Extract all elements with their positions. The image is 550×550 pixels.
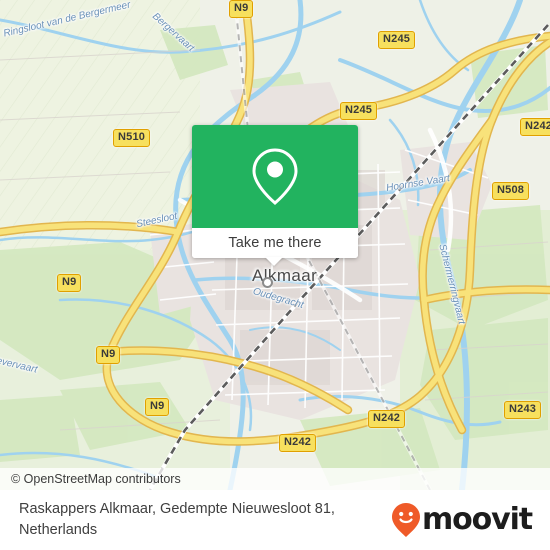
road-shield: N9 [57, 274, 82, 292]
attribution-text: © OpenStreetMap contributors [11, 472, 181, 486]
road-shield: N9 [229, 0, 254, 18]
road-shield: N245 [378, 31, 416, 49]
map-attribution: © OpenStreetMap contributors [0, 468, 550, 490]
road-shield: N242 [368, 410, 406, 428]
callout-action-bar[interactable]: Take me there [192, 228, 358, 258]
road-shield: N243 [504, 401, 542, 419]
moovit-smiley-pin-icon [391, 503, 420, 537]
road-shield: N242 [520, 118, 550, 136]
city-center-dot [262, 277, 273, 288]
moovit-wordmark: moovit [421, 502, 533, 537]
location-pin-icon [252, 148, 298, 205]
take-me-there-label: Take me there [228, 235, 322, 251]
address-text: Raskappers Alkmaar, Gedempte Nieuwesloot… [19, 501, 335, 538]
road-shield: N245 [340, 102, 378, 120]
road-shield: N242 [279, 434, 317, 452]
take-me-there-callout[interactable]: Take me there [192, 125, 358, 258]
road-shield: N9 [145, 398, 170, 416]
footer-bar: Raskappers Alkmaar, Gedempte Nieuwesloot… [0, 490, 550, 550]
callout-tail [265, 257, 283, 266]
moovit-logo[interactable]: moovit [391, 502, 533, 538]
moovit-map-screenshot: Ringsloot van de Bergermeer Bergervaart … [0, 0, 550, 550]
callout-pin-panel [192, 125, 358, 228]
road-shield: N508 [492, 182, 530, 200]
road-shield: N510 [113, 129, 151, 147]
road-shield: N9 [96, 346, 121, 364]
